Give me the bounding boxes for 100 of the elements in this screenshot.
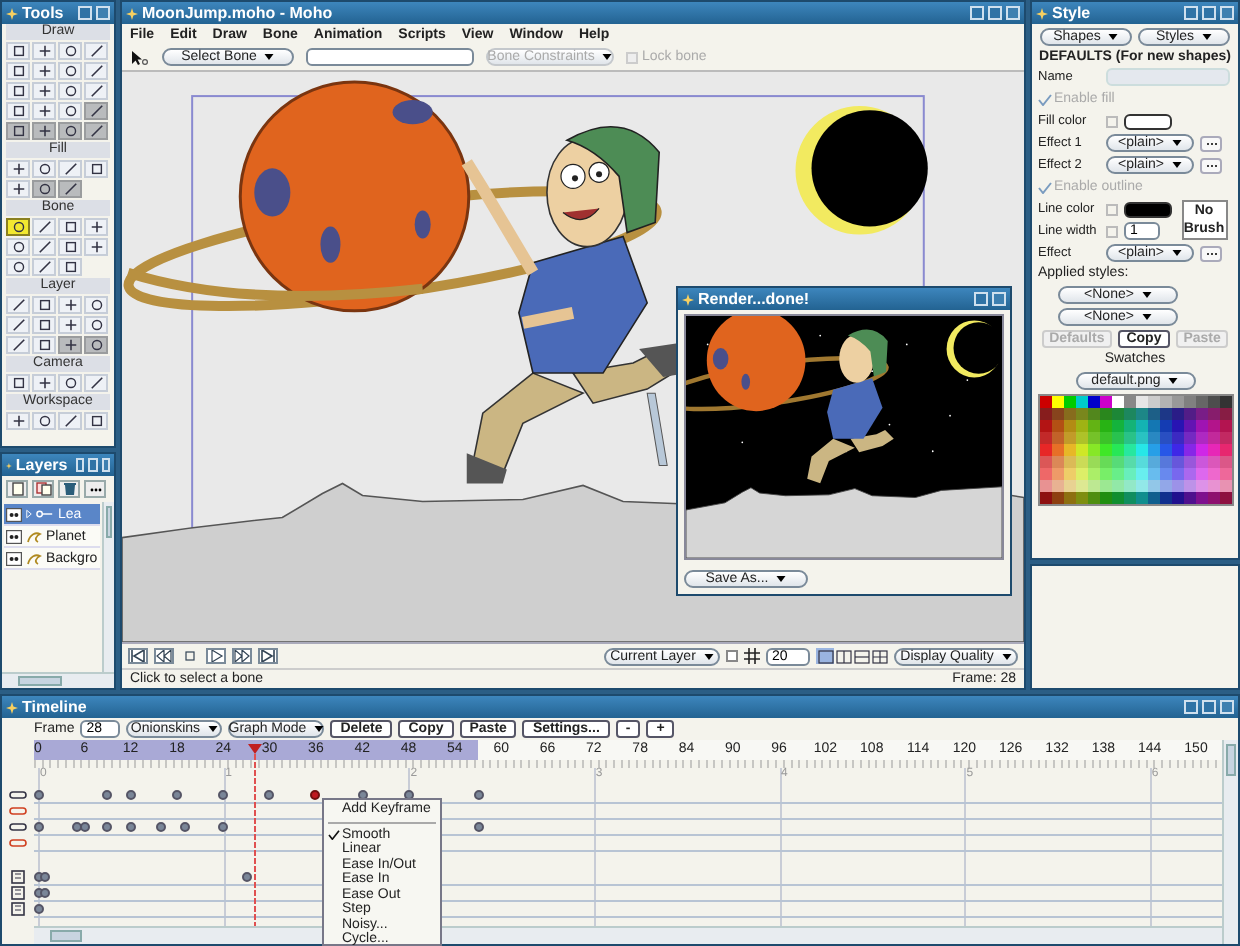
close-button[interactable]: [992, 292, 1006, 306]
keyframe-dot[interactable]: [218, 790, 229, 800]
tool-button[interactable]: [84, 316, 108, 334]
keyframe-dot[interactable]: [125, 790, 136, 800]
tool-button[interactable]: [84, 218, 108, 236]
keyframe-dot[interactable]: [156, 822, 167, 832]
tool-button[interactable]: [6, 160, 30, 178]
keyframe-dot[interactable]: [33, 790, 43, 800]
maximize-button[interactable]: [88, 458, 98, 472]
tool-button[interactable]: [58, 82, 82, 100]
tool-button[interactable]: [32, 42, 56, 60]
close-button[interactable]: [101, 458, 110, 472]
fill-color-swatch[interactable]: [1124, 113, 1172, 129]
keyframe-dot[interactable]: [33, 904, 43, 914]
tool-button[interactable]: [32, 412, 56, 430]
keyframe-dot[interactable]: [102, 822, 113, 832]
tool-button[interactable]: [32, 160, 56, 178]
small-checkbox[interactable]: [1106, 203, 1118, 215]
tool-button[interactable]: [6, 336, 30, 354]
keyframe-dot[interactable]: [40, 872, 51, 882]
minimize-button[interactable]: [78, 6, 92, 20]
new-layer-button[interactable]: [6, 480, 28, 498]
tool-button[interactable]: [32, 374, 56, 392]
tool-button[interactable]: [58, 316, 82, 334]
last-frame-button[interactable]: [258, 648, 278, 664]
tool-button[interactable]: [58, 102, 82, 120]
tool-button[interactable]: [84, 62, 108, 80]
tool-button[interactable]: [58, 42, 82, 60]
tool-button[interactable]: [32, 296, 56, 314]
close-button[interactable]: [96, 6, 110, 20]
tool-button[interactable]: [32, 316, 56, 334]
tool-button[interactable]: [6, 82, 30, 100]
keyframe-dot[interactable]: [310, 790, 321, 800]
keyframe-dot[interactable]: [33, 822, 43, 832]
tool-button[interactable]: [84, 82, 108, 100]
tool-button[interactable]: [58, 412, 82, 430]
bone-name-field[interactable]: [306, 48, 474, 66]
first-frame-button[interactable]: [128, 648, 148, 664]
tool-button[interactable]: [58, 218, 82, 236]
keyframe-dot[interactable]: [473, 822, 484, 832]
keyframe-dot[interactable]: [473, 790, 484, 800]
small-checkbox[interactable]: [1106, 225, 1118, 237]
tool-button[interactable]: [6, 102, 30, 120]
tool-button[interactable]: [32, 102, 56, 120]
keyframe-dot[interactable]: [79, 822, 90, 832]
minimize-button[interactable]: [75, 458, 85, 472]
vertical-scrollbar[interactable]: [1222, 740, 1238, 944]
keyframe-dot[interactable]: [218, 822, 229, 832]
tool-button[interactable]: [6, 316, 30, 334]
previous-frame-button[interactable]: [154, 648, 174, 664]
tool-button[interactable]: [6, 258, 30, 276]
view-mode-button[interactable]: [852, 648, 870, 664]
delete-layer-button[interactable]: [58, 480, 80, 498]
keyframe-dot[interactable]: [125, 822, 136, 832]
tool-button[interactable]: [6, 62, 30, 80]
keyframe-dot[interactable]: [241, 872, 252, 882]
vertical-scrollbar[interactable]: [101, 502, 114, 672]
close-button[interactable]: [1220, 6, 1234, 20]
line-color-swatch[interactable]: [1124, 201, 1172, 217]
more-button[interactable]: [1200, 245, 1222, 261]
tool-button[interactable]: [84, 296, 108, 314]
close-button[interactable]: [1006, 6, 1020, 20]
close-button[interactable]: [1220, 700, 1234, 714]
maximize-button[interactable]: [988, 6, 1002, 20]
tool-button[interactable]: [6, 180, 30, 198]
minimize-button[interactable]: [970, 6, 984, 20]
tool-button[interactable]: [6, 374, 30, 392]
tool-button[interactable]: [58, 238, 82, 256]
tool-button[interactable]: [84, 374, 108, 392]
tool-button[interactable]: [6, 238, 30, 256]
view-mode-button[interactable]: [870, 648, 888, 664]
tool-button[interactable]: [6, 42, 30, 60]
tool-button[interactable]: [84, 160, 108, 178]
tool-button[interactable]: [84, 412, 108, 430]
view-mode-button[interactable]: [834, 648, 852, 664]
keyframe-dot[interactable]: [179, 822, 190, 832]
grid-checkbox[interactable]: [726, 650, 738, 662]
tool-button[interactable]: [32, 82, 56, 100]
next-frame-button[interactable]: [232, 648, 252, 664]
keyframe-dot[interactable]: [40, 888, 51, 898]
tool-button[interactable]: [84, 238, 108, 256]
tool-button[interactable]: [32, 238, 56, 256]
tool-button[interactable]: [6, 296, 30, 314]
tool-button[interactable]: [84, 42, 108, 60]
tool-button[interactable]: [6, 218, 30, 236]
keyframe-dot[interactable]: [102, 790, 113, 800]
minimize-button[interactable]: [974, 292, 988, 306]
tool-button[interactable]: [58, 160, 82, 178]
maximize-button[interactable]: [1202, 6, 1216, 20]
minimize-button[interactable]: [1184, 700, 1198, 714]
tool-button[interactable]: [32, 62, 56, 80]
tool-button[interactable]: [58, 62, 82, 80]
more-button[interactable]: [84, 480, 106, 498]
tool-button[interactable]: [58, 258, 82, 276]
tool-button[interactable]: [32, 258, 56, 276]
playhead-marker[interactable]: [247, 740, 262, 928]
keyframe-dot[interactable]: [264, 790, 275, 800]
duplicate-layer-button[interactable]: [32, 480, 54, 498]
more-button[interactable]: [1200, 157, 1222, 173]
horizontal-scrollbar[interactable]: [2, 672, 114, 688]
